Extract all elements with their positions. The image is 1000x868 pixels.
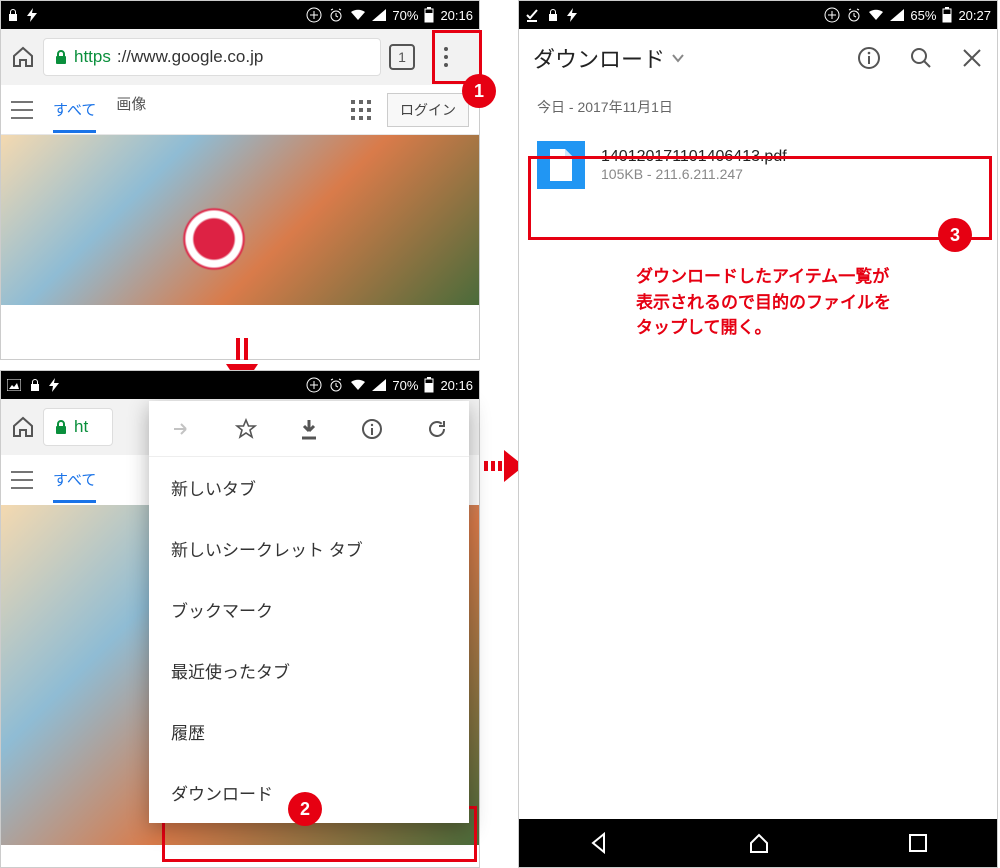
lightning-icon (49, 378, 59, 392)
alarm-icon (328, 377, 344, 393)
menu-item-recent-tabs[interactable]: 最近使ったタブ (149, 640, 469, 701)
downloads-header: ダウンロード (519, 29, 997, 87)
clock-text: 20:27 (958, 8, 991, 23)
url-https: ht (74, 417, 88, 437)
alarm-icon (328, 7, 344, 23)
file-icon (537, 141, 585, 189)
menu-item-bookmarks[interactable]: ブックマーク (149, 579, 469, 640)
chrome-overflow-menu: 新しいタブ 新しいシークレット タブ ブックマーク 最近使ったタブ 履歴 ダウン… (149, 401, 469, 823)
battery-percent: 70% (392, 378, 418, 393)
url-bar[interactable]: ht (43, 408, 113, 446)
clock-text: 20:16 (440, 378, 473, 393)
info-icon[interactable] (361, 418, 383, 440)
menu-icon-row (149, 401, 469, 457)
hamburger-icon[interactable] (11, 471, 33, 489)
login-button[interactable]: ログイン (387, 93, 469, 127)
url-rest: ://www.google.co.jp (117, 47, 263, 67)
signal-icon (372, 379, 386, 391)
home-icon[interactable] (11, 45, 35, 69)
download-icon[interactable] (299, 418, 319, 440)
signal-icon (372, 9, 386, 21)
menu-item-new-tab[interactable]: 新しいタブ (149, 457, 469, 518)
date-header: 今日 - 2017年11月1日 (519, 87, 997, 127)
status-bar: 65% 20:27 (519, 1, 997, 29)
close-icon[interactable] (961, 47, 983, 69)
badge-2: 2 (288, 792, 322, 826)
file-meta: 105KB - 211.6.211.247 (601, 166, 787, 182)
battery-percent: 70% (392, 8, 418, 23)
screenshot-3-downloads: 65% 20:27 ダウンロード 今日 - 2017年11月1日 1401201… (518, 0, 998, 868)
wifi-icon (350, 9, 366, 21)
lock-icon (547, 8, 559, 22)
alarm-icon (846, 7, 862, 23)
plus-circle-icon (306, 7, 322, 23)
file-name: 140120171101406413.pdf (601, 148, 787, 166)
download-item[interactable]: 140120171101406413.pdf 105KB - 211.6.211… (519, 127, 997, 203)
search-icon[interactable] (909, 46, 933, 70)
file-host: 211.6.211.247 (656, 166, 743, 182)
tab-count[interactable]: 1 (389, 44, 415, 70)
screenshot-2-chrome-menu: 70% 20:16 ht すべて 新しいタブ 新しいシークレット タブ ブックマ… (0, 370, 480, 868)
home-icon[interactable] (11, 415, 35, 439)
tab-images[interactable]: 画像 (116, 93, 146, 127)
lightning-icon (27, 8, 37, 22)
lock-icon (54, 419, 68, 435)
status-bar: 70% 20:16 (1, 371, 479, 399)
home-nav-icon[interactable] (748, 832, 770, 854)
battery-icon (424, 377, 434, 393)
signal-icon (890, 9, 904, 21)
star-icon[interactable] (235, 418, 257, 440)
plus-circle-icon (306, 377, 322, 393)
clock-text: 20:16 (440, 8, 473, 23)
lock-icon (54, 49, 68, 65)
badge-1: 1 (462, 74, 496, 108)
battery-icon (424, 7, 434, 23)
tab-all[interactable]: すべて (53, 99, 96, 133)
google-header: すべて 画像 ログイン (1, 85, 479, 135)
annotation-note: ダウンロードしたアイテム一覧が 表示されるので目的のファイルを タップして開く。 (636, 264, 891, 341)
url-bar[interactable]: https ://www.google.co.jp (43, 38, 381, 76)
status-bar: 70% 20:16 (1, 1, 479, 29)
recents-icon[interactable] (908, 833, 928, 853)
dropdown-triangle-icon[interactable] (671, 53, 685, 63)
battery-percent: 65% (910, 8, 936, 23)
info-icon[interactable] (857, 46, 881, 70)
lock-icon (7, 8, 19, 22)
hamburger-icon[interactable] (11, 101, 33, 119)
wifi-icon (350, 379, 366, 391)
check-download-icon (525, 8, 539, 22)
google-doodle[interactable] (1, 135, 479, 305)
file-size: 105KB (601, 166, 643, 182)
reload-icon[interactable] (426, 418, 448, 440)
page-title: ダウンロード (533, 42, 665, 74)
lightning-icon (567, 8, 577, 22)
plus-circle-icon (824, 7, 840, 23)
wifi-icon (868, 9, 884, 21)
menu-item-history[interactable]: 履歴 (149, 701, 469, 762)
image-icon (7, 379, 21, 391)
tab-all[interactable]: すべて (53, 469, 96, 503)
screenshot-1-chrome-google: 70% 20:16 https ://www.google.co.jp 1 すべて… (0, 0, 480, 360)
chrome-toolbar: https ://www.google.co.jp 1 (1, 29, 479, 85)
url-https: https (74, 47, 111, 67)
battery-icon (942, 7, 952, 23)
apps-grid-icon[interactable] (351, 100, 371, 120)
menu-item-incognito-tab[interactable]: 新しいシークレット タブ (149, 518, 469, 579)
menu-button[interactable] (423, 34, 469, 80)
lock-icon (29, 378, 41, 392)
forward-icon[interactable] (170, 418, 192, 440)
android-navbar (519, 819, 997, 867)
badge-3: 3 (938, 218, 972, 252)
back-icon[interactable] (588, 832, 610, 854)
